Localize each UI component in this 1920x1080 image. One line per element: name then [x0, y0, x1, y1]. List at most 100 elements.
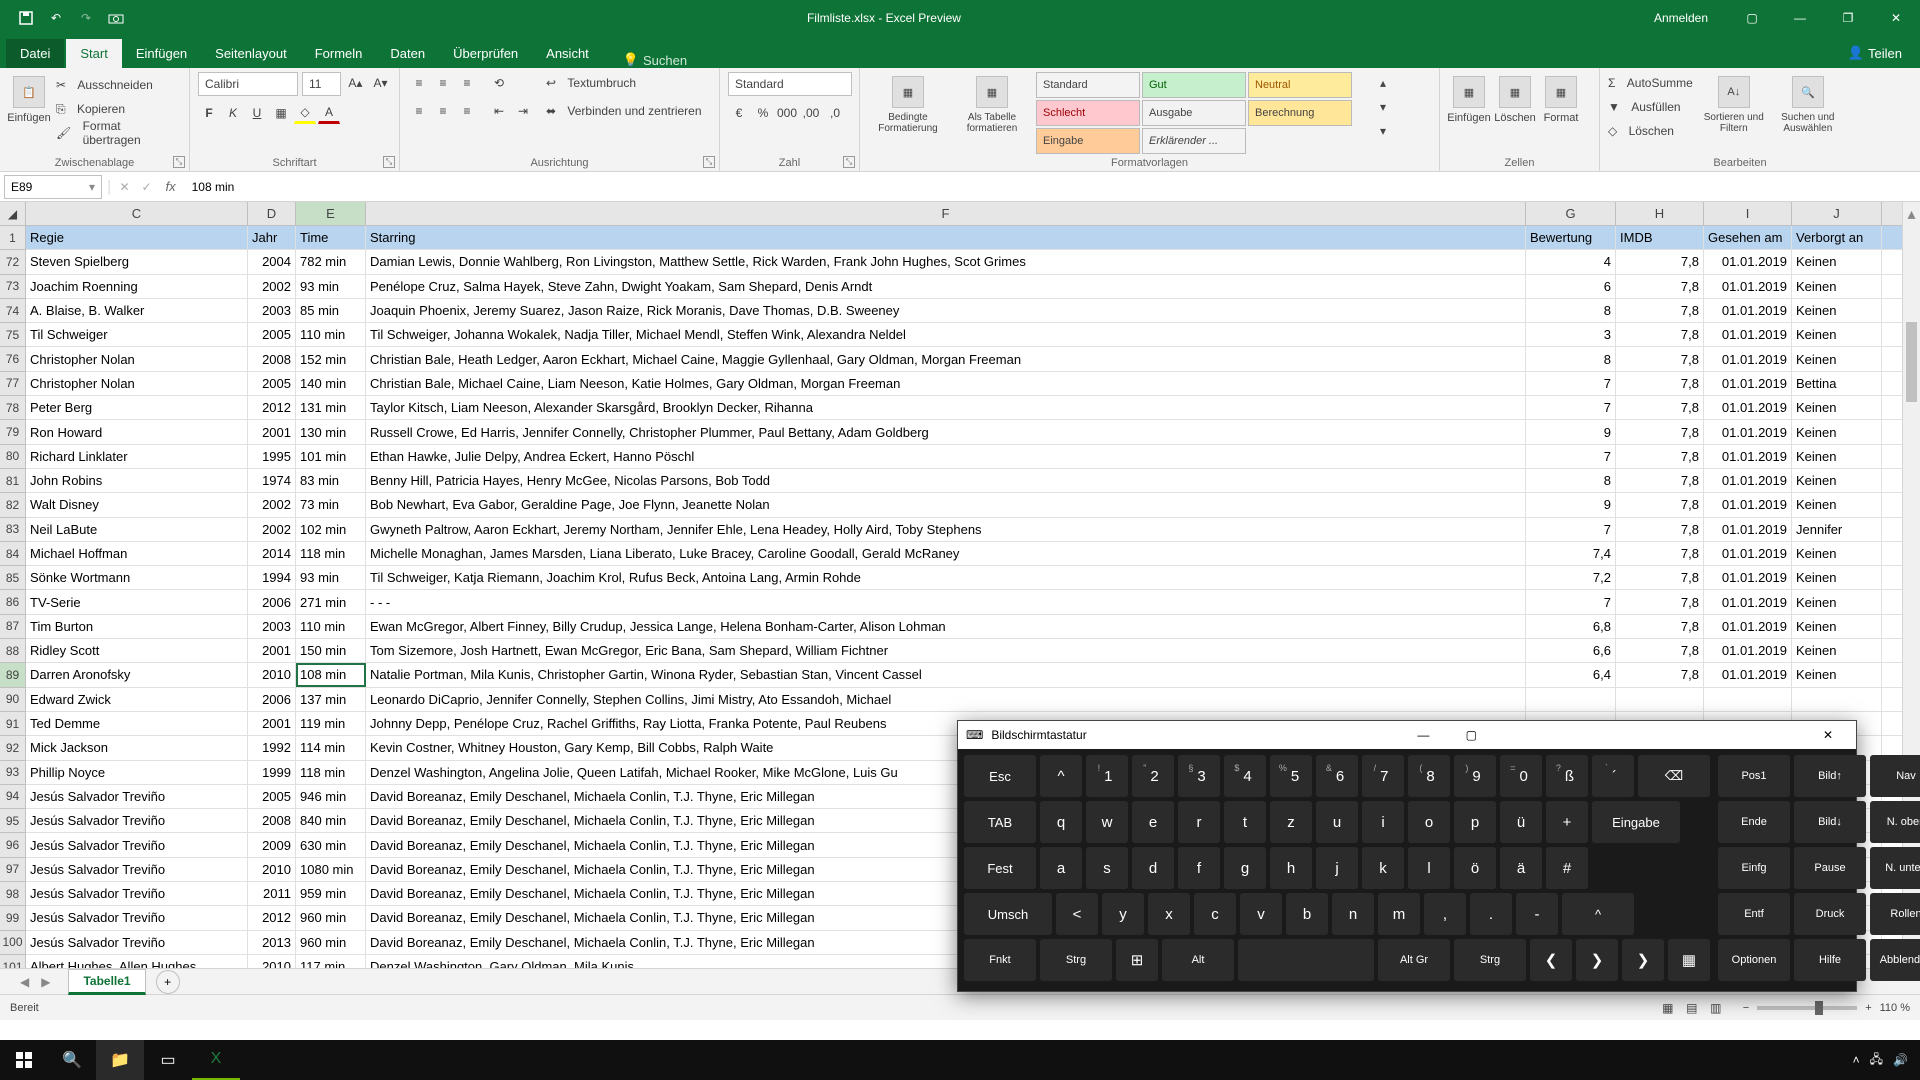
cell[interactable]: 2005 — [248, 323, 296, 346]
normal-view-icon[interactable]: ▦ — [1657, 997, 1679, 1019]
cell[interactable]: Jesús Salvador Treviño — [26, 882, 248, 905]
cell[interactable]: 8 — [1526, 347, 1616, 370]
cell[interactable]: 01.01.2019 — [1704, 275, 1792, 298]
row-head[interactable]: 91 — [0, 712, 25, 736]
task-view-icon[interactable]: ▭ — [144, 1040, 192, 1080]
osk-key[interactable]: x — [1148, 893, 1190, 935]
header-cell[interactable]: Jahr — [248, 226, 296, 249]
clipboard-dialog-launcher[interactable]: ⤡ — [173, 156, 185, 168]
cell[interactable]: 118 min — [296, 542, 366, 565]
cell[interactable]: Tom Sizemore, Josh Hartnett, Ewan McGreg… — [366, 639, 1526, 662]
row-head[interactable]: 1 — [0, 226, 25, 250]
cell[interactable]: Peter Berg — [26, 396, 248, 419]
header-cell[interactable]: Time — [296, 226, 366, 249]
cell[interactable]: Til Schweiger — [26, 323, 248, 346]
cell[interactable]: 7,8 — [1616, 299, 1704, 322]
cell[interactable]: 2006 — [248, 688, 296, 711]
osk-key[interactable]: Fnkt — [964, 939, 1036, 981]
osk-key[interactable]: a — [1040, 847, 1082, 889]
cell[interactable]: Keinen — [1792, 542, 1882, 565]
row-head[interactable]: 81 — [0, 469, 25, 493]
cell-style-standard[interactable]: Standard — [1036, 72, 1140, 98]
cell-style-berechnung[interactable]: Berechnung — [1248, 100, 1352, 126]
cell[interactable]: - - - — [366, 590, 1526, 613]
cell[interactable]: 1080 min — [296, 858, 366, 881]
osk-key[interactable]: N. oben — [1870, 801, 1920, 843]
cell[interactable] — [1792, 688, 1882, 711]
osk-key[interactable]: v — [1240, 893, 1282, 935]
font-color-button[interactable]: A — [318, 102, 340, 124]
cell[interactable]: 7,8 — [1616, 615, 1704, 638]
cell[interactable]: 01.01.2019 — [1704, 299, 1792, 322]
cell[interactable]: 01.01.2019 — [1704, 542, 1792, 565]
osk-key[interactable]: Ende — [1718, 801, 1790, 843]
osk-key[interactable]: Druck — [1794, 893, 1866, 935]
cell[interactable]: 7,2 — [1526, 566, 1616, 589]
row-head[interactable]: 86 — [0, 590, 25, 614]
cell-style-erklrender[interactable]: Erklärender ... — [1142, 128, 1246, 154]
cell[interactable]: 6,8 — [1526, 615, 1616, 638]
cell[interactable]: Keinen — [1792, 299, 1882, 322]
cell[interactable]: 117 min — [296, 955, 366, 968]
sheet-nav-next-icon[interactable]: ▶ — [41, 975, 50, 989]
cell[interactable]: Keinen — [1792, 323, 1882, 346]
cell[interactable]: Michael Hoffman — [26, 542, 248, 565]
cell[interactable]: 2013 — [248, 931, 296, 954]
cell[interactable]: 01.01.2019 — [1704, 323, 1792, 346]
osk-key[interactable]: ^ — [1562, 893, 1634, 935]
cell[interactable]: 1999 — [248, 761, 296, 784]
cell[interactable]: 118 min — [296, 761, 366, 784]
cell-style-ausgabe[interactable]: Ausgabe — [1142, 100, 1246, 126]
cell[interactable]: 2001 — [248, 420, 296, 443]
cell[interactable]: Steven Spielberg — [26, 250, 248, 273]
osk-key[interactable]: TAB — [964, 801, 1036, 843]
cell[interactable]: Walt Disney — [26, 493, 248, 516]
row-head[interactable]: 88 — [0, 639, 25, 663]
cell[interactable]: 150 min — [296, 639, 366, 662]
cell[interactable]: 7,8 — [1616, 396, 1704, 419]
cell[interactable]: Edward Zwick — [26, 688, 248, 711]
osk-key[interactable]: q — [1040, 801, 1082, 843]
header-cell[interactable]: Bewertung — [1526, 226, 1616, 249]
cell[interactable]: 2008 — [248, 347, 296, 370]
tab-start[interactable]: Start — [66, 39, 121, 68]
select-all-triangle[interactable]: ◢ — [0, 202, 25, 226]
row-headers[interactable]: ◢ 17273747576777879808182838485868788899… — [0, 202, 26, 968]
cell[interactable]: 2002 — [248, 275, 296, 298]
align-middle-icon[interactable]: ≡ — [432, 72, 454, 94]
wrap-text-button[interactable]: ↩ Textumbruch — [546, 72, 702, 94]
tray-volume-icon[interactable]: 🔊 — [1893, 1053, 1908, 1067]
cell[interactable]: 960 min — [296, 906, 366, 929]
col-head-J[interactable]: J — [1792, 202, 1882, 225]
cell[interactable]: Keinen — [1792, 566, 1882, 589]
sheet-tab-active[interactable]: Tabelle1 — [68, 969, 145, 995]
row-head[interactable]: 94 — [0, 785, 25, 809]
col-head-C[interactable]: C — [26, 202, 248, 225]
osk-minimize-icon[interactable]: — — [1403, 728, 1443, 742]
cell[interactable]: Keinen — [1792, 639, 1882, 662]
enter-icon[interactable]: ✓ — [136, 176, 158, 198]
cell[interactable]: 2004 — [248, 250, 296, 273]
osk-key[interactable]: Esc — [964, 755, 1036, 797]
osk-key[interactable]: k — [1362, 847, 1404, 889]
tab-ansicht[interactable]: Ansicht — [532, 39, 603, 68]
cell[interactable]: Keinen — [1792, 275, 1882, 298]
find-select-button[interactable]: 🔍Suchen und Auswählen — [1775, 72, 1841, 140]
cell[interactable]: Joaquin Phoenix, Jeremy Suarez, Jason Ra… — [366, 299, 1526, 322]
tab-seitenlayout[interactable]: Seitenlayout — [201, 39, 301, 68]
name-box[interactable]: E89▾ — [4, 175, 102, 199]
formula-input[interactable]: 108 min — [184, 180, 1920, 194]
cell[interactable]: 2001 — [248, 639, 296, 662]
cell[interactable] — [1704, 688, 1792, 711]
cell[interactable]: Keinen — [1792, 396, 1882, 419]
cell[interactable]: 73 min — [296, 493, 366, 516]
style-scroll-up-icon[interactable]: ▴ — [1372, 72, 1394, 94]
osk-key[interactable]: ⊞ — [1116, 939, 1158, 981]
cell[interactable]: 110 min — [296, 323, 366, 346]
column-headers[interactable]: CDEFGHIJ — [26, 202, 1902, 226]
osk-close-icon[interactable]: ✕ — [1808, 728, 1848, 742]
cell[interactable]: Keinen — [1792, 347, 1882, 370]
osk-key[interactable]: %5 — [1270, 755, 1312, 797]
tell-me-search[interactable]: 💡 Suchen — [623, 52, 687, 68]
cell[interactable]: Christopher Nolan — [26, 347, 248, 370]
